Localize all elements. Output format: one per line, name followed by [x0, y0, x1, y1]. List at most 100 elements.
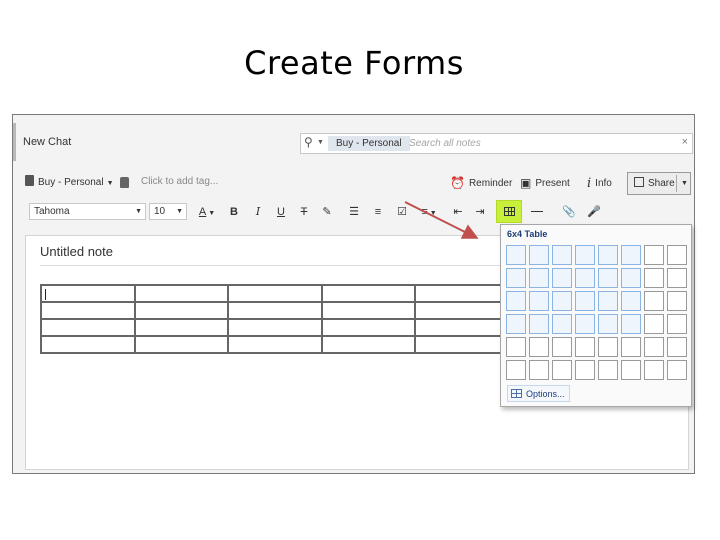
table-size-cell[interactable] [529, 360, 549, 380]
share-dropdown-icon[interactable]: ▼ [681, 173, 688, 194]
share-button[interactable]: Share ▼ [627, 172, 691, 195]
table-size-cell-selected[interactable] [529, 245, 549, 265]
outdent-icon[interactable]: ⇤ [450, 203, 466, 221]
table-cell[interactable] [320, 301, 417, 320]
table-size-cell[interactable] [667, 245, 687, 265]
font-color-button[interactable]: A ▼ [196, 203, 218, 221]
table-size-cell-selected[interactable] [529, 291, 549, 311]
table-size-cell[interactable] [667, 268, 687, 288]
search-box[interactable]: ⚲▼ Buy - Personal × [300, 133, 693, 154]
close-icon[interactable]: × [682, 136, 688, 148]
table-size-cell[interactable] [506, 360, 526, 380]
strikethrough-button[interactable]: T [297, 203, 311, 221]
attachment-icon[interactable]: 📎 [561, 203, 577, 221]
search-input[interactable] [409, 135, 669, 152]
table-size-cell-selected[interactable] [621, 245, 641, 265]
table-size-grid[interactable] [506, 245, 687, 380]
table-size-cell-selected[interactable] [621, 268, 641, 288]
table-cell[interactable] [133, 284, 230, 303]
insert-table-button[interactable] [496, 200, 522, 223]
search-scope-chip[interactable]: Buy - Personal [328, 136, 410, 151]
font-size-select[interactable]: 10 ▼ [149, 203, 187, 220]
bullet-list-icon[interactable]: ☰ [346, 203, 362, 221]
table-size-cell-selected[interactable] [598, 291, 618, 311]
info-button[interactable]: i Info [587, 176, 612, 191]
table-size-cell[interactable] [667, 360, 687, 380]
table-size-cell-selected[interactable] [621, 291, 641, 311]
table-size-cell-selected[interactable] [575, 268, 595, 288]
align-dropdown-icon[interactable]: ≡ ▼ [417, 203, 441, 221]
table-size-cell[interactable] [552, 337, 572, 357]
table-size-cell-selected[interactable] [598, 314, 618, 334]
table-size-cell-selected[interactable] [575, 314, 595, 334]
table-cell[interactable] [133, 301, 230, 320]
numbered-list-icon[interactable]: ≡ [370, 203, 386, 221]
table-size-cell-selected[interactable] [529, 314, 549, 334]
checkbox-icon[interactable]: ☑ [394, 203, 410, 221]
table-size-cell[interactable] [644, 337, 664, 357]
add-tag-input[interactable]: Click to add tag... [141, 176, 218, 187]
table-size-cell[interactable] [621, 360, 641, 380]
table-cell[interactable] [227, 318, 323, 337]
table-size-cell-selected[interactable] [575, 245, 595, 265]
table-size-cell-selected[interactable] [621, 314, 641, 334]
table-cell[interactable] [320, 335, 417, 354]
table-cell[interactable] [414, 301, 510, 320]
bold-button[interactable]: B [227, 203, 241, 221]
table-size-cell[interactable] [598, 337, 618, 357]
table-size-cell-selected[interactable] [552, 314, 572, 334]
table-size-cell[interactable] [529, 337, 549, 357]
underline-button[interactable]: U [274, 203, 288, 221]
table-size-cell[interactable] [644, 268, 664, 288]
table-size-cell[interactable] [667, 314, 687, 334]
table-cell[interactable] [227, 284, 323, 303]
note-title[interactable]: Untitled note [40, 244, 113, 259]
table-cell[interactable] [40, 284, 136, 303]
table-size-cell-selected[interactable] [506, 268, 526, 288]
present-button[interactable]: ▣ Present [520, 176, 570, 190]
table-cell[interactable] [320, 284, 417, 303]
table-size-cell[interactable] [552, 360, 572, 380]
table-cell[interactable] [40, 318, 136, 337]
horizontal-rule-icon[interactable] [531, 211, 543, 212]
table-size-cell[interactable] [644, 245, 664, 265]
table-size-cell[interactable] [621, 337, 641, 357]
table-size-cell-selected[interactable] [506, 314, 526, 334]
table-cell[interactable] [227, 301, 323, 320]
table-cell[interactable] [414, 284, 510, 303]
table-cell[interactable] [133, 318, 230, 337]
table-options-button[interactable]: Options... [507, 385, 570, 402]
table-cell[interactable] [414, 335, 510, 354]
microphone-icon[interactable]: 🎤 [586, 203, 602, 221]
table-size-cell-selected[interactable] [552, 245, 572, 265]
table-size-cell[interactable] [506, 337, 526, 357]
reminder-button[interactable]: ⏰ Reminder [450, 176, 512, 190]
new-chat-tab[interactable]: New Chat [23, 136, 71, 148]
highlight-pen-icon[interactable]: ✎ [319, 203, 335, 221]
table-size-cell[interactable] [667, 337, 687, 357]
table-size-cell[interactable] [575, 360, 595, 380]
table-size-cell[interactable] [598, 360, 618, 380]
table-cell[interactable] [133, 335, 230, 354]
table-size-cell[interactable] [644, 360, 664, 380]
table-cell[interactable] [320, 318, 417, 337]
table-size-cell-selected[interactable] [529, 268, 549, 288]
table-size-cell-selected[interactable] [575, 291, 595, 311]
table-size-cell-selected[interactable] [598, 268, 618, 288]
table-size-cell[interactable] [667, 291, 687, 311]
note-table[interactable] [40, 284, 510, 354]
table-size-cell-selected[interactable] [552, 291, 572, 311]
table-size-cell[interactable] [575, 337, 595, 357]
table-cell[interactable] [40, 335, 136, 354]
search-icon[interactable]: ⚲ ▼ [304, 135, 324, 153]
table-cell[interactable] [40, 301, 136, 320]
table-size-cell[interactable] [644, 314, 664, 334]
table-size-cell-selected[interactable] [506, 291, 526, 311]
table-cell[interactable] [414, 318, 510, 337]
table-size-cell[interactable] [644, 291, 664, 311]
font-family-select[interactable]: Tahoma ▼ [29, 203, 146, 220]
indent-icon[interactable]: ⇥ [472, 203, 488, 221]
table-size-cell-selected[interactable] [552, 268, 572, 288]
italic-button[interactable]: I [251, 203, 265, 221]
table-size-cell-selected[interactable] [598, 245, 618, 265]
